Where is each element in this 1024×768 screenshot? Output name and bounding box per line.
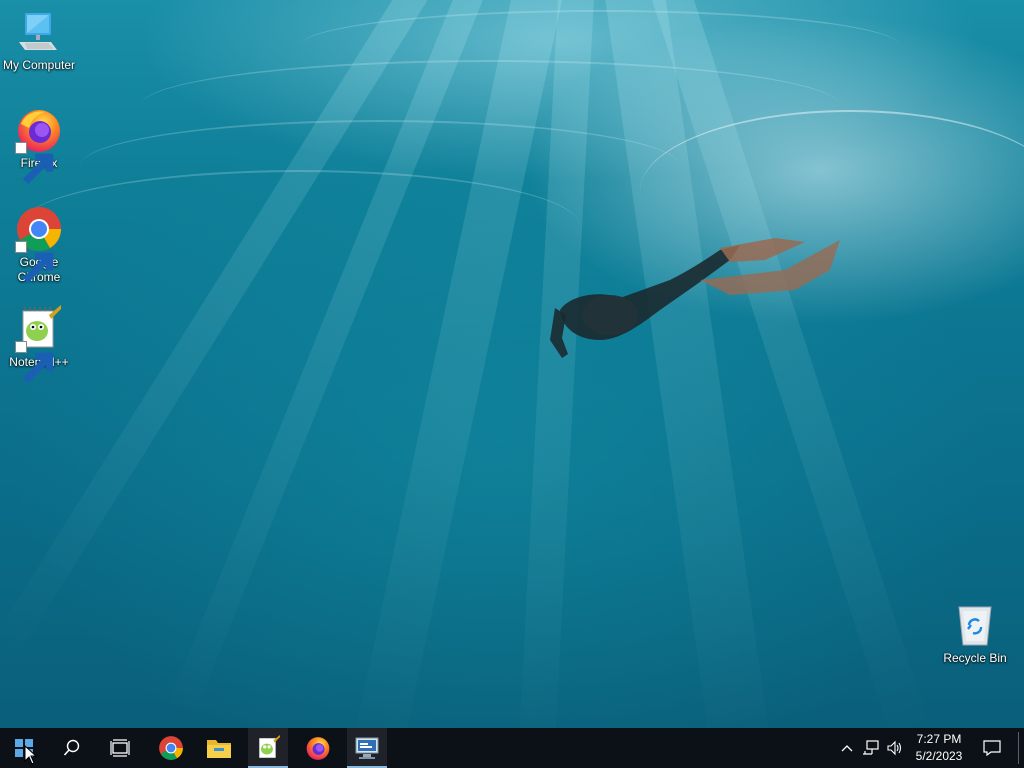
notification-icon [983, 740, 1001, 756]
task-view-icon [110, 739, 130, 757]
desktop-icon-my-computer[interactable]: My Computer [1, 8, 77, 73]
shortcut-arrow-icon [15, 241, 54, 283]
task-view-button[interactable] [96, 728, 144, 768]
search-icon [63, 739, 80, 756]
action-center-button[interactable] [978, 728, 1006, 768]
recycle-bin-icon [951, 601, 999, 649]
desktop-wallpaper: My Computer Firefox Google Chrome Notepa… [0, 0, 1024, 728]
folder-icon [207, 740, 231, 758]
shortcut-arrow-icon [15, 341, 54, 383]
volume-icon [887, 740, 902, 756]
desktop-icon-notepadpp[interactable]: Notepad++ [1, 305, 77, 383]
mouse-cursor-icon [24, 745, 38, 765]
notepadpp-icon [15, 305, 63, 383]
taskbar-clock[interactable]: 7:27 PM 5/2/2023 [908, 728, 970, 768]
network-icon [863, 740, 879, 755]
notepadpp-icon [259, 735, 280, 759]
network-button[interactable] [860, 728, 882, 768]
remote-desktop-icon [355, 737, 379, 759]
desktop-icon-label: My Computer [2, 58, 76, 72]
volume-button[interactable] [884, 728, 906, 768]
chrome-icon [159, 736, 183, 760]
desktop-icon-label: Recycle Bin [943, 651, 1007, 665]
surface-wave [300, 10, 900, 82]
shortcut-arrow-icon [15, 142, 54, 184]
firefox-icon [306, 737, 330, 760]
desktop-icon-firefox[interactable]: Firefox [1, 106, 77, 184]
desktop-icon-google-chrome[interactable]: Google Chrome [1, 205, 77, 285]
taskbar-app-remote-desktop[interactable] [347, 728, 387, 768]
show-desktop-divider[interactable] [1018, 732, 1019, 764]
taskbar-app-chrome[interactable] [147, 728, 195, 768]
computer-icon [15, 8, 63, 56]
clock-time: 7:27 PM [916, 732, 962, 746]
firefox-icon [15, 106, 63, 184]
search-button[interactable] [48, 728, 96, 768]
taskbar-app-file-explorer[interactable] [195, 728, 243, 768]
clock-date: 5/2/2023 [915, 749, 963, 763]
show-hidden-icons-button[interactable] [838, 728, 856, 768]
taskbar: 7:27 PM 5/2/2023 [0, 728, 1024, 768]
chevron-up-icon [841, 745, 853, 752]
chrome-icon [15, 205, 63, 283]
taskbar-app-firefox[interactable] [294, 728, 342, 768]
freediver-silhouette [550, 238, 840, 358]
surface-wave [20, 170, 580, 282]
taskbar-app-notepadpp[interactable] [248, 728, 288, 768]
desktop-icon-recycle-bin[interactable]: Recycle Bin [937, 601, 1013, 666]
